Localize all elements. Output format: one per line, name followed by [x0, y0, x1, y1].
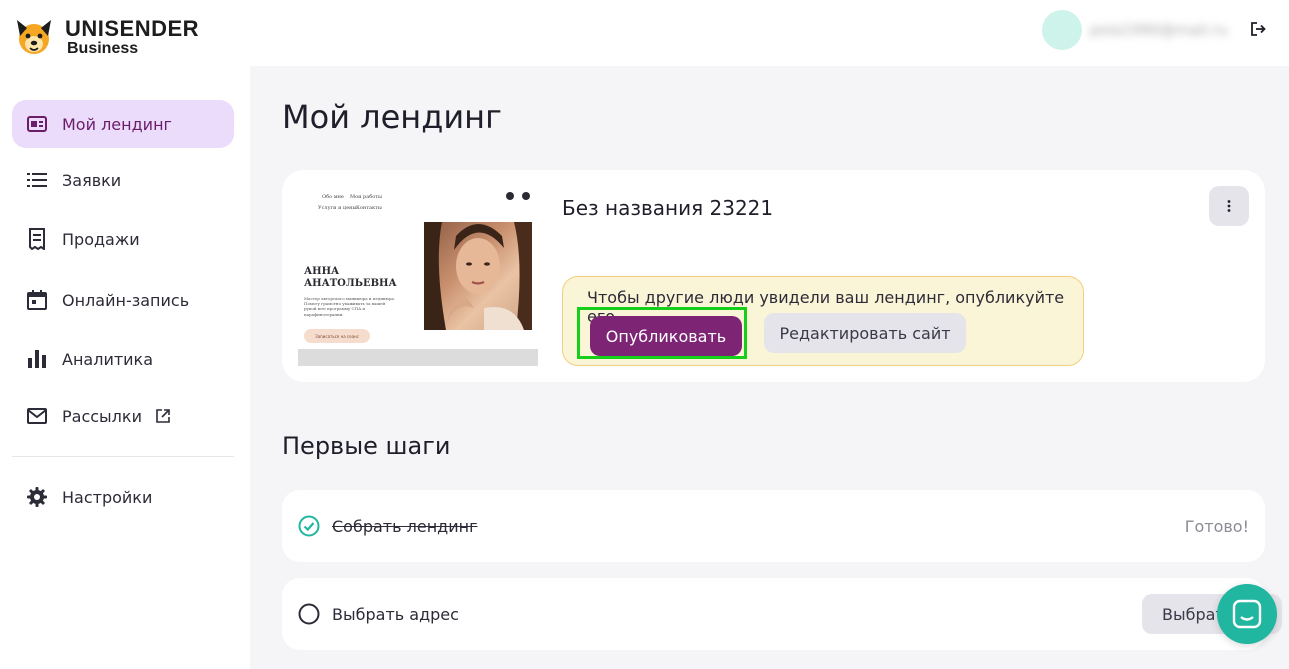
brand-name: UNISENDER: [65, 15, 200, 41]
dog-logo-icon: [17, 20, 51, 54]
sidebar-item-label: Рассылки: [62, 406, 142, 426]
sidebar: Мой лендинг Заявки Продажи Онлайн-запись…: [0, 66, 250, 669]
preview-description: Мастер авторского маникюра и педикюра. П…: [304, 296, 396, 317]
calendar-icon: [26, 289, 48, 311]
sidebar-item-sales[interactable]: Продажи: [12, 215, 234, 263]
publish-button[interactable]: Опубликовать: [590, 316, 742, 356]
sidebar-item-settings[interactable]: Настройки: [12, 473, 234, 521]
preview-nav-item: Контакты: [356, 205, 382, 211]
step-build-landing: Собрать лендинг Готово!: [282, 490, 1265, 562]
chat-icon: [1232, 599, 1262, 629]
sidebar-item-label: Мой лендинг: [62, 114, 172, 134]
preview-cta: Записаться на сеанс: [304, 329, 370, 343]
sidebar-item-label: Продажи: [62, 229, 140, 249]
brand-subtitle: Business: [67, 39, 139, 57]
preview-name-line: АНАТОЛЬЕВНА: [304, 277, 397, 289]
preview-person-name: АННА АНАТОЛЬЕВНА: [304, 266, 397, 289]
publish-banner: Чтобы другие люди увидели ваш лендинг, о…: [562, 276, 1084, 366]
main-content: Мой лендинг Обо мне Мои работы Услуги и …: [250, 66, 1289, 669]
sidebar-item-requests[interactable]: Заявки: [12, 156, 234, 204]
steps-title: Первые шаги: [282, 432, 451, 460]
preview-footer-band: [298, 349, 538, 366]
sidebar-item-label: Заявки: [62, 170, 122, 190]
sidebar-item-mailings[interactable]: Рассылки: [12, 392, 234, 440]
preview-photo: [424, 222, 532, 330]
publish-highlight: Опубликовать: [577, 307, 747, 359]
top-bar: UNISENDER Business pola1990@mail.ru: [0, 0, 1289, 66]
user-email[interactable]: pola1990@mail.ru: [1090, 21, 1228, 39]
step-choose-address: Выбрать адрес Выбрать: [282, 578, 1282, 650]
mail-icon: [26, 405, 48, 427]
whatsapp-icon: [522, 192, 530, 200]
list-icon: [26, 169, 48, 191]
sidebar-item-analytics[interactable]: Аналитика: [12, 335, 234, 383]
landing-icon: [26, 113, 48, 135]
edit-site-button[interactable]: Редактировать сайт: [764, 313, 966, 353]
check-circle-icon: [298, 515, 320, 537]
preview-nav-item: Мои работы: [350, 194, 382, 200]
empty-circle-icon: [298, 603, 320, 625]
chat-widget-button[interactable]: [1217, 584, 1277, 644]
sidebar-item-label: Онлайн-запись: [62, 290, 190, 310]
sidebar-item-online-booking[interactable]: Онлайн-запись: [12, 276, 234, 324]
telegram-icon: [506, 192, 514, 200]
external-link-icon: [156, 409, 170, 423]
sidebar-item-label: Настройки: [62, 487, 153, 507]
page-title: Мой лендинг: [282, 98, 502, 136]
step-label: Выбрать адрес: [332, 605, 459, 624]
sidebar-divider: [12, 456, 234, 457]
step-label: Собрать лендинг: [332, 517, 478, 536]
logo[interactable]: UNISENDER Business: [11, 16, 199, 58]
preview-nav-item: Услуги и цены: [318, 205, 357, 211]
sidebar-item-label: Аналитика: [62, 349, 154, 369]
preview-name-line: АННА: [304, 266, 340, 277]
landing-name: Без названия 23221: [562, 196, 774, 220]
avatar[interactable]: [1042, 10, 1082, 50]
logout-icon[interactable]: [1249, 20, 1267, 38]
gear-icon: [26, 486, 48, 508]
landing-card: Обо мне Мои работы Услуги и цены Контакт…: [282, 170, 1265, 382]
preview-nav-item: Обо мне: [322, 194, 344, 200]
landing-preview[interactable]: Обо мне Мои работы Услуги и цены Контакт…: [298, 186, 538, 366]
bar-chart-icon: [26, 348, 48, 370]
more-options-button[interactable]: [1209, 186, 1249, 226]
receipt-icon: [26, 228, 48, 250]
more-vertical-icon: [1227, 200, 1231, 212]
sidebar-item-my-landing[interactable]: Мой лендинг: [12, 100, 234, 148]
step-status: Готово!: [1184, 517, 1249, 536]
